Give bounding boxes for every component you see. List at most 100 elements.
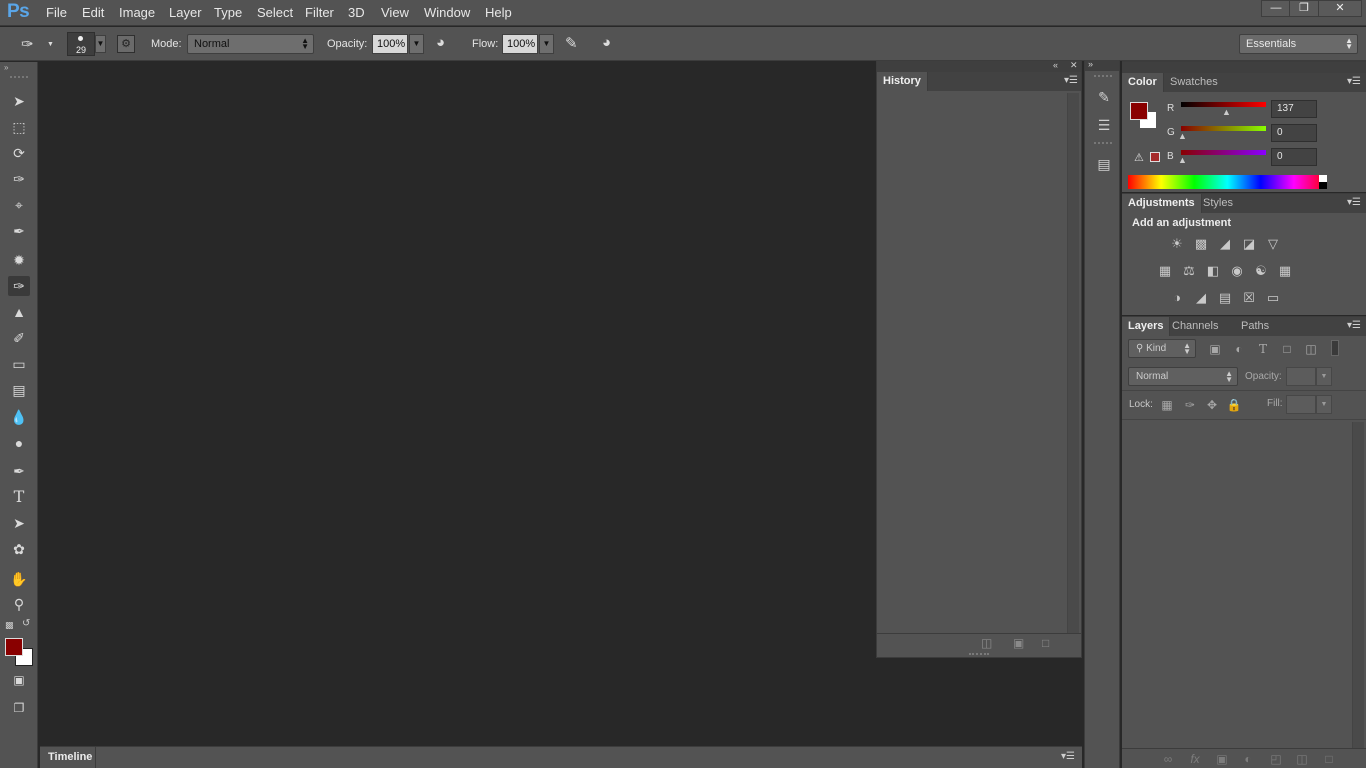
panel-grip[interactable] <box>1094 142 1112 144</box>
vibrance-icon[interactable]: ▽ <box>1264 235 1282 253</box>
foreground-color-swatch[interactable] <box>1130 102 1148 120</box>
tab-history[interactable]: History <box>877 72 928 91</box>
default-colors-icon[interactable]: ▩ <box>5 620 14 631</box>
healing-brush-tool-icon[interactable]: ✹ <box>8 250 30 270</box>
chevron-down-icon[interactable]: ▼ <box>47 41 54 48</box>
new-group-icon[interactable]: ◰ <box>1268 751 1284 767</box>
menu-type[interactable]: Type <box>214 5 242 20</box>
expand-icon[interactable]: » <box>1088 59 1093 69</box>
menu-file[interactable]: File <box>46 5 67 20</box>
zoom-tool-icon[interactable]: ⚲ <box>8 594 30 614</box>
gamut-swatch[interactable] <box>1150 152 1160 162</box>
white-swatch[interactable] <box>1319 175 1327 182</box>
tab-adjustments[interactable]: Adjustments <box>1122 194 1202 213</box>
panel-menu-icon[interactable]: ▾☰ <box>1347 197 1361 208</box>
photo-filter-icon[interactable]: ◉ <box>1228 262 1246 280</box>
eraser-tool-icon[interactable]: ▭ <box>8 354 30 374</box>
screen-mode-icon[interactable]: ❐ <box>8 698 30 718</box>
b-slider-handle[interactable]: ▲ <box>1178 155 1187 165</box>
eyedropper-tool-icon[interactable]: ✒ <box>8 221 30 241</box>
brightness-contrast-icon[interactable]: ☀ <box>1168 235 1186 253</box>
menu-image[interactable]: Image <box>119 5 155 20</box>
tab-layers[interactable]: Layers <box>1122 317 1171 336</box>
g-value-field[interactable]: 0 <box>1271 124 1317 142</box>
collapse-expand-icon[interactable]: » <box>4 63 8 72</box>
blur-tool-icon[interactable]: 💧 <box>8 407 30 427</box>
collapse-icon[interactable]: « <box>1053 60 1058 70</box>
menu-edit[interactable]: Edit <box>82 5 104 20</box>
fill-dropdown[interactable]: ▼ <box>1316 395 1332 414</box>
r-value-field[interactable]: 137 <box>1271 100 1317 118</box>
panel-grip[interactable] <box>1094 75 1112 77</box>
g-slider[interactable] <box>1181 126 1266 131</box>
minimize-button[interactable]: — <box>1261 0 1291 17</box>
panel-menu-icon[interactable]: ▾☰ <box>1347 76 1361 87</box>
layers-scrollbar[interactable] <box>1352 422 1364 748</box>
menu-layer[interactable]: Layer <box>169 5 202 20</box>
flow-dropdown[interactable]: ▼ <box>539 34 554 54</box>
levels-icon[interactable]: ▩ <box>1192 235 1210 253</box>
type-layer-filter-icon[interactable]: T <box>1255 341 1271 357</box>
layer-blend-mode-select[interactable]: Normal ▲ ▼ <box>1128 367 1238 386</box>
close-button[interactable]: ✕ <box>1318 0 1362 17</box>
flow-field[interactable]: 100% <box>502 34 538 54</box>
restore-button[interactable]: ❐ <box>1289 0 1319 17</box>
foreground-color-swatch[interactable] <box>5 638 23 656</box>
menu-view[interactable]: View <box>381 5 409 20</box>
brush-size-picker[interactable]: 29 <box>67 32 95 56</box>
fill-field[interactable] <box>1286 395 1316 414</box>
history-scrollbar[interactable] <box>1067 93 1079 633</box>
lasso-tool-icon[interactable]: ⟳ <box>8 143 30 163</box>
lock-image-pixels-icon[interactable]: ✑ <box>1182 397 1198 413</box>
color-balance-icon[interactable]: ⚖ <box>1180 262 1198 280</box>
brush-panel-icon[interactable]: ☰ <box>1093 115 1115 135</box>
b-slider[interactable] <box>1181 150 1266 155</box>
new-adjustment-layer-icon[interactable]: ◐ <box>1240 751 1256 767</box>
add-mask-icon[interactable]: ▣ <box>1214 751 1230 767</box>
hue-saturation-icon[interactable]: ▦ <box>1156 262 1174 280</box>
layer-style-icon[interactable]: fx <box>1187 751 1203 767</box>
smart-object-filter-icon[interactable]: ◫ <box>1303 341 1319 357</box>
airbrush-icon[interactable]: ✎ <box>565 34 585 54</box>
filter-toggle-switch[interactable] <box>1331 340 1339 356</box>
layer-opacity-field[interactable] <box>1286 367 1316 386</box>
threshold-icon[interactable]: ▤ <box>1216 289 1234 307</box>
color-lookup-icon[interactable]: ▦ <box>1276 262 1294 280</box>
selective-color-icon[interactable]: ☒ <box>1240 289 1258 307</box>
layer-filter-kind[interactable]: ⚲ Kind ▲ ▼ <box>1128 339 1196 358</box>
opacity-dropdown[interactable]: ▼ <box>409 34 424 54</box>
gradient-tool-icon[interactable]: ▤ <box>8 380 30 400</box>
menu-3d[interactable]: 3D <box>348 5 365 20</box>
b-value-field[interactable]: 0 <box>1271 148 1317 166</box>
brush-tool-icon[interactable]: ✑ <box>8 276 30 296</box>
new-document-from-state-icon[interactable]: ◫ <box>981 636 992 650</box>
lock-transparent-pixels-icon[interactable]: ▦ <box>1159 397 1175 413</box>
color-ramp[interactable] <box>1128 175 1327 189</box>
pressure-opacity-icon[interactable]: ◕ <box>436 34 456 54</box>
menu-select[interactable]: Select <box>257 5 293 20</box>
r-slider-handle[interactable]: ▲ <box>1222 107 1231 117</box>
quick-selection-tool-icon[interactable]: ✑ <box>8 169 30 189</box>
panel-menu-icon[interactable]: ▾☰ <box>1064 75 1078 86</box>
quick-mask-icon[interactable]: ▣ <box>8 670 30 690</box>
lock-position-icon[interactable]: ✥ <box>1204 397 1220 413</box>
pressure-size-icon[interactable]: ◕ <box>602 34 622 54</box>
workspace-switcher[interactable]: Essentials ▲ ▼ <box>1239 34 1358 54</box>
resize-grip[interactable] <box>969 653 989 655</box>
panel-header[interactable] <box>1122 62 1366 73</box>
panel-header[interactable]: « ✕ <box>877 60 1081 72</box>
black-swatch[interactable] <box>1319 182 1327 189</box>
panel-menu-icon[interactable]: ▾☰ <box>1347 320 1361 331</box>
mode-select[interactable]: Normal ▲ ▼ <box>187 34 314 54</box>
type-tool-icon[interactable]: T <box>8 487 30 507</box>
pixel-layer-filter-icon[interactable]: ▣ <box>1207 341 1223 357</box>
dock-header[interactable]: » <box>1085 59 1119 71</box>
opacity-field[interactable]: 100% <box>372 34 408 54</box>
tab-channels[interactable]: Channels <box>1166 317 1224 335</box>
panel-menu-icon[interactable]: ▾☰ <box>1061 751 1075 762</box>
close-icon[interactable]: ✕ <box>1070 60 1078 71</box>
clone-stamp-tool-icon[interactable]: ▲ <box>8 302 30 322</box>
tab-paths[interactable]: Paths <box>1235 317 1275 335</box>
link-layers-icon[interactable]: ∞ <box>1160 751 1176 767</box>
black-white-icon[interactable]: ◧ <box>1204 262 1222 280</box>
